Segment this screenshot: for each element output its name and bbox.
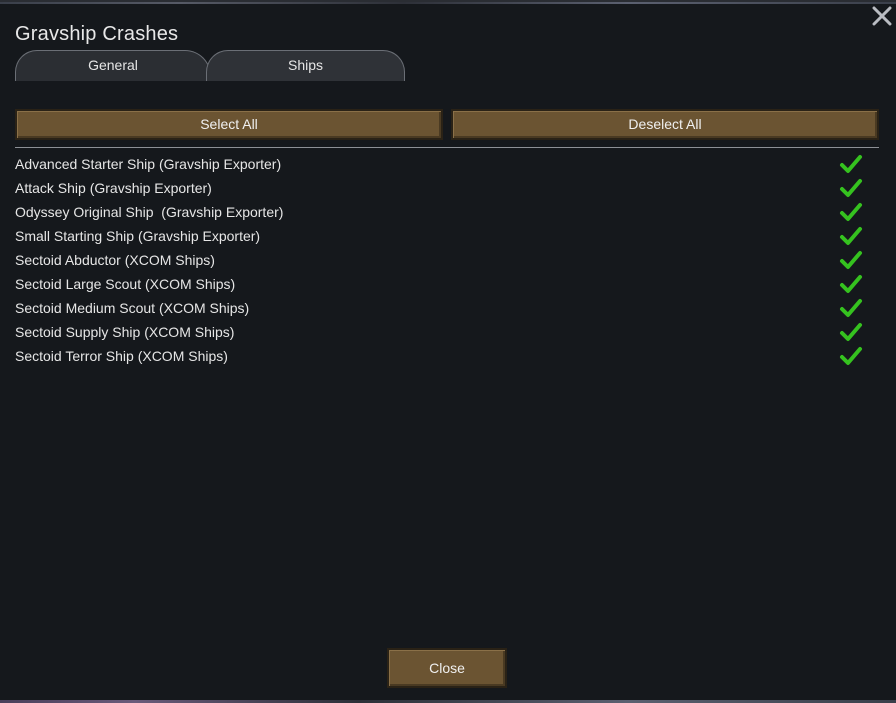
background-strip-top [0, 2, 896, 4]
list-item[interactable]: Advanced Starter Ship (Gravship Exporter… [15, 152, 865, 176]
list-item[interactable]: Small Starting Ship (Gravship Exporter) [15, 224, 865, 248]
ship-label: Small Starting Ship (Gravship Exporter) [15, 228, 261, 244]
checkmark-icon[interactable] [839, 272, 863, 296]
tab-ships[interactable]: Ships [206, 50, 405, 81]
tab-bar: General Ships [15, 50, 405, 82]
checkmark-icon[interactable] [839, 320, 863, 344]
ship-label: Odyssey Original Ship (Gravship Exporter… [15, 204, 284, 220]
checkmark-icon[interactable] [839, 152, 863, 176]
checkmark-icon[interactable] [839, 224, 863, 248]
ship-label: Sectoid Abductor (XCOM Ships) [15, 252, 215, 268]
close-button[interactable]: Close [387, 648, 507, 688]
ship-label: Sectoid Supply Ship (XCOM Ships) [15, 324, 235, 340]
ship-label: Sectoid Terror Ship (XCOM Ships) [15, 348, 228, 364]
ship-list: Advanced Starter Ship (Gravship Exporter… [15, 152, 865, 368]
ship-label: Advanced Starter Ship (Gravship Exporter… [15, 156, 282, 172]
dialog-window: Gravship Crashes General Ships Select Al… [0, 0, 896, 703]
list-item[interactable]: Sectoid Terror Ship (XCOM Ships) [15, 344, 865, 368]
select-all-button[interactable]: Select All [15, 109, 443, 140]
checkmark-icon[interactable] [839, 248, 863, 272]
list-item[interactable]: Attack Ship (Gravship Exporter) [15, 176, 865, 200]
checkmark-icon[interactable] [839, 176, 863, 200]
ship-label: Sectoid Medium Scout (XCOM Ships) [15, 300, 250, 316]
divider [15, 147, 879, 148]
close-icon[interactable] [870, 4, 894, 28]
selection-actions: Select All Deselect All [15, 109, 879, 141]
tab-general[interactable]: General [15, 50, 211, 81]
list-item[interactable]: Sectoid Abductor (XCOM Ships) [15, 248, 865, 272]
ship-label: Attack Ship (Gravship Exporter) [15, 180, 212, 196]
checkmark-icon[interactable] [839, 344, 863, 368]
checkmark-icon[interactable] [839, 200, 863, 224]
dialog-title: Gravship Crashes [15, 23, 179, 45]
list-item[interactable]: Sectoid Large Scout (XCOM Ships) [15, 272, 865, 296]
ship-label: Sectoid Large Scout (XCOM Ships) [15, 276, 236, 292]
list-item[interactable]: Sectoid Supply Ship (XCOM Ships) [15, 320, 865, 344]
list-item[interactable]: Sectoid Medium Scout (XCOM Ships) [15, 296, 865, 320]
checkmark-icon[interactable] [839, 296, 863, 320]
list-item[interactable]: Odyssey Original Ship (Gravship Exporter… [15, 200, 865, 224]
deselect-all-button[interactable]: Deselect All [451, 109, 879, 140]
